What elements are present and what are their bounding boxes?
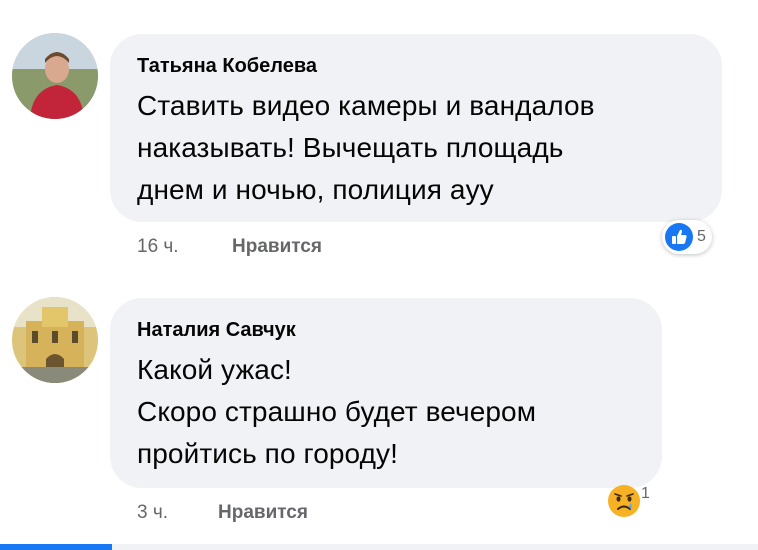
- comment-text-line: Какой ужас!: [137, 354, 292, 385]
- comment-author[interactable]: Наталия Савчук: [137, 319, 296, 342]
- bottom-divider: [0, 544, 758, 550]
- comment-text-line: пройтись по городу!: [137, 438, 399, 469]
- comment-text-line: Скоро страшно будет вечером: [137, 396, 537, 427]
- sad-face-icon: [607, 484, 641, 518]
- like-button[interactable]: Нравится: [218, 502, 308, 524]
- reaction-count: 1: [641, 485, 650, 502]
- avatar[interactable]: [12, 297, 98, 383]
- reaction-summary[interactable]: 1: [604, 484, 656, 518]
- comment: Наталия Савчук Какой ужас! Скоро страшно…: [0, 0, 758, 544]
- comment-timestamp[interactable]: 3 ч.: [137, 502, 168, 524]
- active-indicator: [0, 544, 112, 550]
